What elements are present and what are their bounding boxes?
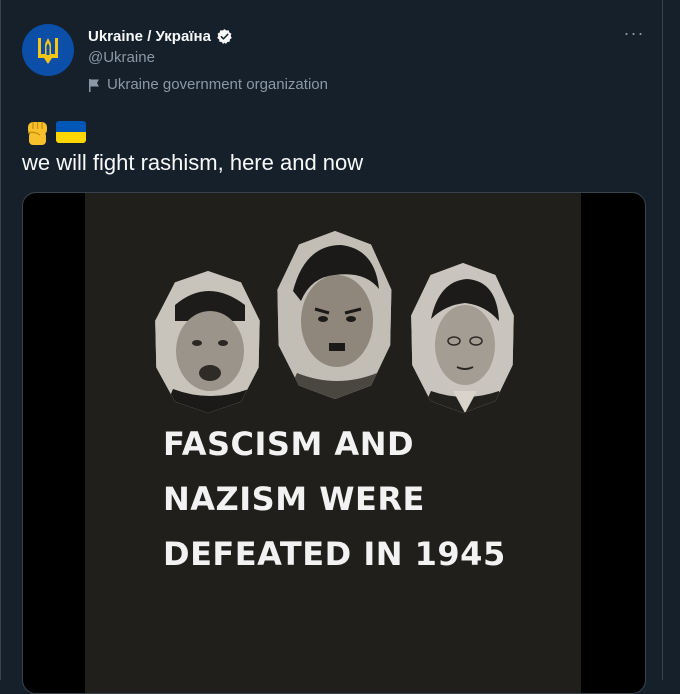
tweet-text: we will fight rashism, here and now (22, 150, 364, 175)
ukraine-flag-emoji-icon (56, 121, 86, 143)
more-horizontal-icon: ··· (623, 23, 645, 43)
portrait-left-image (155, 271, 260, 413)
video-frame: FASCISM AND NAZISM WERE DEFEATED IN 1945 (85, 193, 581, 693)
tryzub-icon (22, 24, 74, 76)
headline-line-1: FASCISM AND (163, 425, 415, 463)
more-options-button[interactable]: ··· (620, 24, 648, 46)
avatar[interactable] (22, 24, 74, 76)
headline-line-3: DEFEATED IN 1945 (163, 535, 506, 573)
tweet-header: Ukraine / Україна @Ukraine Ukraine gover… (88, 26, 328, 94)
verified-badge-icon (216, 28, 233, 45)
government-label[interactable]: Ukraine government organization (88, 76, 328, 93)
flag-icon (88, 78, 101, 92)
raised-fist-emoji-icon (22, 118, 52, 146)
government-label-text: Ukraine government organization (107, 76, 328, 93)
video-headline: FASCISM AND NAZISM WERE DEFEATED IN 1945 (163, 417, 583, 582)
right-column-border (662, 0, 663, 680)
tweet-media-video[interactable]: FASCISM AND NAZISM WERE DEFEATED IN 1945 (22, 192, 646, 694)
headline-line-2: NAZISM WERE (163, 480, 425, 518)
account-handle[interactable]: @Ukraine (88, 49, 328, 66)
tweet[interactable]: Ukraine / Україна @Ukraine Ukraine gover… (0, 0, 662, 694)
portrait-center-image (277, 231, 392, 399)
portrait-right-image (411, 263, 514, 413)
display-name[interactable]: Ukraine / Україна (88, 28, 211, 45)
emoji-row (22, 118, 86, 146)
